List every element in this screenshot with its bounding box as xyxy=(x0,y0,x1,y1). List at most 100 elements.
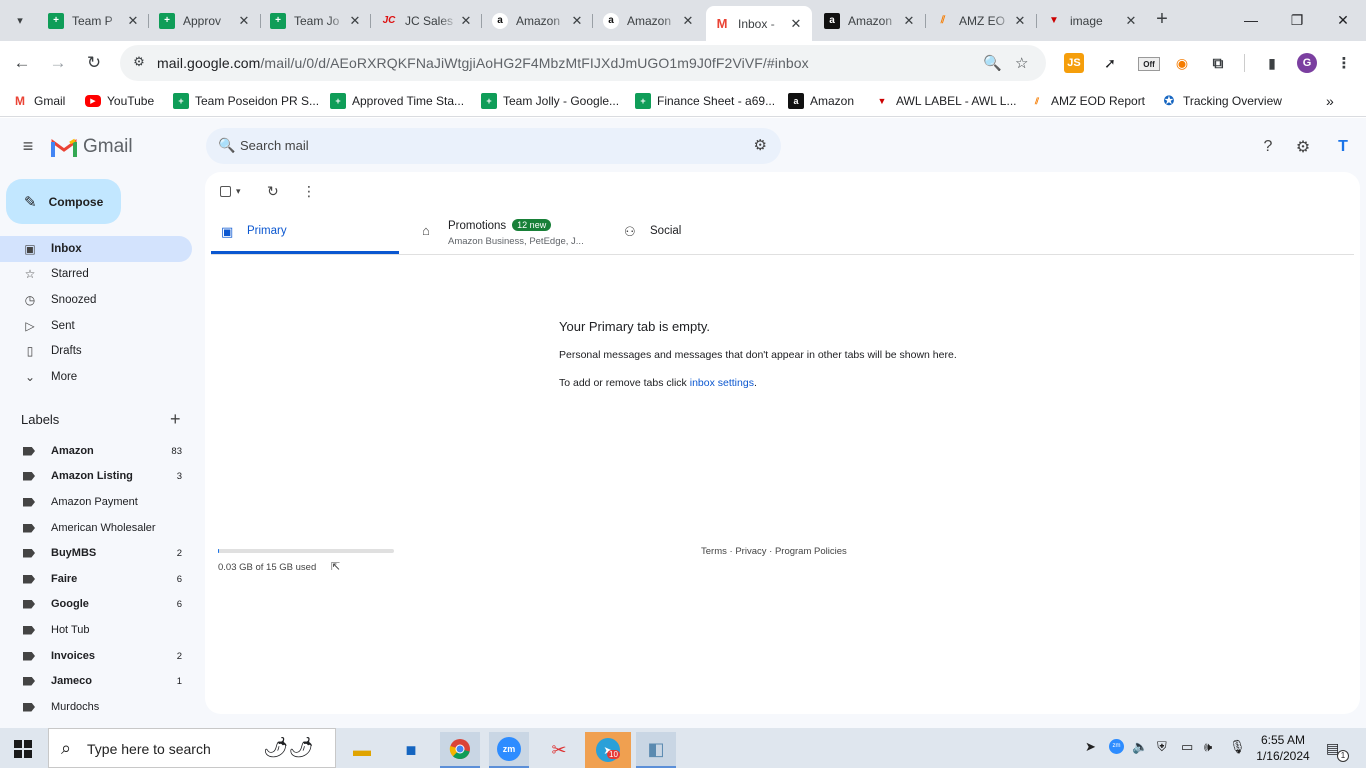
nav-inbox[interactable]: ▣ Inbox xyxy=(0,236,192,262)
bookmark-amz-eod[interactable]: ⫽ AMZ EOD Report xyxy=(1029,92,1145,110)
search-input[interactable]: Search mail xyxy=(240,138,309,153)
cursor-extension-icon[interactable]: ➚ xyxy=(1100,53,1120,73)
new-tab-button[interactable]: + xyxy=(1150,8,1174,32)
privacy-link[interactable]: Privacy xyxy=(735,546,766,557)
more-options-icon[interactable]: ⋮ xyxy=(302,182,316,200)
file-explorer-icon[interactable]: ▬ xyxy=(342,732,382,768)
browser-tab[interactable]: ⫽ AMZ EO ✕ xyxy=(927,6,1036,35)
tab-promotions[interactable]: ⌂ Promotions 12 new Amazon Business, PetE… xyxy=(412,212,607,254)
side-panel-icon[interactable]: ▮ xyxy=(1262,53,1282,73)
label-item[interactable]: Invoices 2 xyxy=(0,643,192,669)
back-button[interactable]: ← xyxy=(8,49,36,77)
zoom-icon[interactable]: zm xyxy=(489,732,529,768)
browser-tab[interactable]: a Amazon ✕ xyxy=(816,6,925,35)
nav-sent[interactable]: ▷ Sent xyxy=(0,313,192,339)
nav-drafts[interactable]: ▯ Drafts xyxy=(0,338,192,364)
search-options-icon[interactable]: ⚙ xyxy=(754,136,767,154)
bookmark-star-icon[interactable]: ☆ xyxy=(1015,54,1028,72)
telegram-tray-icon[interactable]: ➤ xyxy=(1085,739,1096,755)
label-item[interactable]: Murdochs xyxy=(0,694,192,720)
label-item[interactable]: Amazon Listing 3 xyxy=(0,463,192,489)
open-external-icon[interactable]: ⇱ xyxy=(331,560,340,573)
forward-button[interactable]: → xyxy=(44,49,72,77)
bookmark-team-jolly[interactable]: + Team Jolly - Google... xyxy=(481,92,619,110)
close-tab-icon[interactable]: ✕ xyxy=(1123,13,1139,29)
bookmark-tracking[interactable]: ✪ Tracking Overview xyxy=(1161,92,1282,110)
zoom-search-icon[interactable]: 🔍 xyxy=(983,54,1002,72)
network-tray-icon[interactable]: ▭ xyxy=(1181,739,1193,755)
inbox-settings-link[interactable]: inbox settings xyxy=(690,377,754,389)
reload-button[interactable]: ↻ xyxy=(80,49,108,77)
label-item[interactable]: Amazon Payment xyxy=(0,489,192,515)
nav-starred[interactable]: ☆ Starred xyxy=(0,261,192,287)
close-tab-icon[interactable]: ✕ xyxy=(458,13,474,29)
tab-social[interactable]: ⚇ Social xyxy=(614,212,804,254)
bookmark-gmail[interactable]: M Gmail xyxy=(12,92,65,110)
snipping-tool-icon[interactable]: ✂ xyxy=(539,732,579,768)
label-item[interactable]: Faire 6 xyxy=(0,566,192,592)
browser-tab[interactable]: JC JC Sales ✕ xyxy=(373,6,482,35)
close-window-button[interactable]: ✕ xyxy=(1320,0,1366,40)
browser-tab-active[interactable]: M Inbox - ✕ xyxy=(706,6,812,41)
select-all-checkbox[interactable]: ▾ xyxy=(220,182,241,200)
security-tray-icon[interactable]: ⛨ xyxy=(1157,739,1167,755)
close-tab-icon[interactable]: ✕ xyxy=(901,13,917,29)
extensions-puzzle-icon[interactable]: ⧉ xyxy=(1208,53,1228,73)
bookmark-finance-sheet[interactable]: + Finance Sheet - a69... xyxy=(635,92,775,110)
gmail-logo[interactable]: Gmail xyxy=(51,136,133,158)
program-policies-link[interactable]: Program Policies xyxy=(775,546,847,557)
store-icon[interactable]: ■ xyxy=(391,732,431,768)
refresh-icon[interactable]: ↻ xyxy=(267,182,279,200)
windows-start-icon[interactable] xyxy=(14,740,32,758)
browser-tab[interactable]: + Team P ✕ xyxy=(40,6,149,35)
close-tab-icon[interactable]: ✕ xyxy=(236,13,252,29)
system-clock[interactable]: 6:55 AM 1/16/2024 xyxy=(1248,732,1318,764)
close-tab-icon[interactable]: ✕ xyxy=(347,13,363,29)
nav-snoozed[interactable]: ◷ Snoozed xyxy=(0,287,192,313)
color-extension-icon[interactable]: ◉ xyxy=(1172,53,1192,73)
zoom-tray-icon[interactable]: zm xyxy=(1109,739,1124,754)
bookmark-approved-time[interactable]: + Approved Time Sta... xyxy=(330,92,464,110)
microphone-icon[interactable]: 🎙 xyxy=(1229,739,1246,755)
browser-tab[interactable]: + Team Jo ✕ xyxy=(262,6,371,35)
browser-tab[interactable]: ▼ image ✕ xyxy=(1038,6,1147,35)
search-bar[interactable]: 🔍 Search mail ⚙ xyxy=(206,128,781,164)
browser-tab[interactable]: + Approv ✕ xyxy=(151,6,260,35)
settings-gear-icon[interactable]: ⚙ xyxy=(1292,136,1314,158)
browser-tab[interactable]: a Amazon ✕ xyxy=(595,6,704,35)
label-item[interactable]: Jameco 1 xyxy=(0,668,192,694)
off-extension-icon[interactable]: Off xyxy=(1138,57,1160,71)
close-tab-icon[interactable]: ✕ xyxy=(125,13,141,29)
more-bookmarks-icon[interactable]: » xyxy=(1326,92,1334,110)
close-tab-icon[interactable]: ✕ xyxy=(569,13,585,29)
volume-tray-icon[interactable]: 🔈 xyxy=(1132,739,1148,755)
bookmark-amazon[interactable]: a Amazon xyxy=(788,92,854,110)
tab-search-button[interactable]: ▾ xyxy=(8,8,32,32)
taskbar-search[interactable]: ⌕ Type here to search 🌶🌶 xyxy=(48,728,336,768)
url-text[interactable]: mail.google.com/mail/u/0/d/AEoRXRQKFNaJi… xyxy=(157,55,809,71)
browser-menu-icon[interactable]: ⋮ xyxy=(1334,53,1354,73)
speaker-icon[interactable]: 🕪 xyxy=(1204,739,1212,755)
help-icon[interactable]: ? xyxy=(1257,136,1279,158)
account-avatar[interactable]: T xyxy=(1330,134,1356,160)
profile-avatar[interactable]: G xyxy=(1297,53,1317,73)
address-bar[interactable]: ⚙ mail.google.com/mail/u/0/d/AEoRXRQKFNa… xyxy=(120,45,1046,81)
compose-button[interactable]: ✎ Compose xyxy=(6,179,121,224)
bookmark-youtube[interactable]: ▶ YouTube xyxy=(85,92,154,110)
close-tab-icon[interactable]: ✕ xyxy=(1012,13,1028,29)
label-item[interactable]: Google 6 xyxy=(0,591,192,617)
browser-tab[interactable]: a Amazon ✕ xyxy=(484,6,593,35)
restore-button[interactable]: ❐ xyxy=(1274,0,1320,40)
label-item[interactable]: American Wholesaler xyxy=(0,515,192,541)
label-item[interactable]: BuyMBS 2 xyxy=(0,540,192,566)
js-extension-icon[interactable]: JS xyxy=(1064,53,1084,73)
terms-link[interactable]: Terms xyxy=(701,546,727,557)
label-item[interactable]: Amazon 83 xyxy=(0,438,192,464)
nav-more[interactable]: ⌄ More xyxy=(0,364,192,390)
notepad-app-icon[interactable]: ◧ xyxy=(636,732,676,768)
bookmark-team-poseidon[interactable]: + Team Poseidon PR S... xyxy=(173,92,319,110)
site-info-icon[interactable]: ⚙ xyxy=(130,54,148,72)
telegram-icon[interactable]: ➤10 xyxy=(585,732,631,768)
tab-primary[interactable]: ▣ Primary xyxy=(211,212,399,254)
bookmark-awl-label[interactable]: ▼ AWL LABEL - AWL L... xyxy=(874,92,1017,110)
